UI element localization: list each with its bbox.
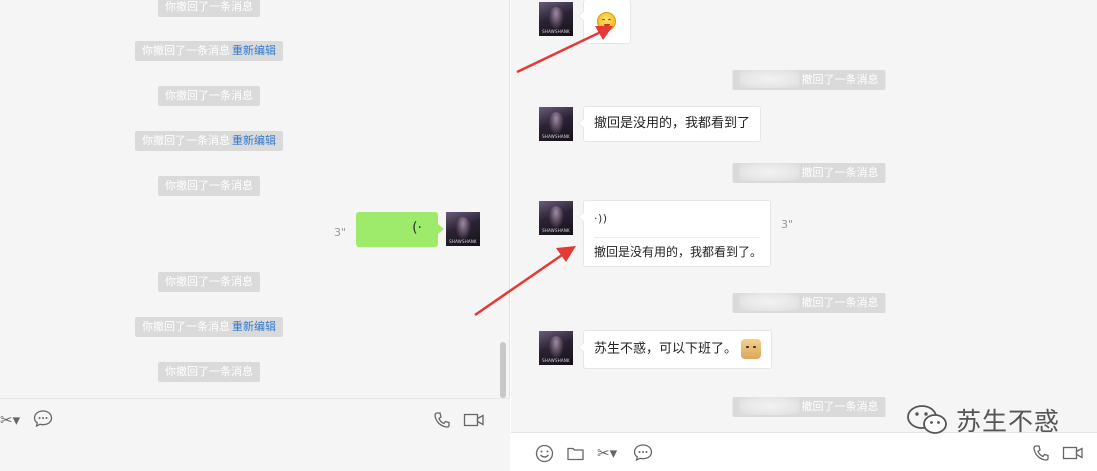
- text-message-bubble[interactable]: 撤回是没用的，我都看到了: [577, 106, 762, 142]
- recall-notice: 你撤回了一条消息 重新编辑: [135, 131, 283, 151]
- scrollbar[interactable]: [500, 342, 506, 398]
- recall-notice: 撤回了一条消息: [732, 163, 886, 183]
- voice-duration: 3": [781, 218, 794, 231]
- recall-notice: 你撤回了一条消息: [158, 0, 260, 17]
- re-edit-link[interactable]: 重新编辑: [232, 320, 276, 333]
- video-icon[interactable]: [1062, 444, 1084, 466]
- recall-notice: 你撤回了一条消息: [158, 86, 260, 106]
- recall-notice: 你撤回了一条消息: [158, 176, 260, 196]
- avatar[interactable]: SHAWSHANK: [539, 107, 573, 141]
- phone-icon[interactable]: [433, 411, 451, 433]
- scissors-icon[interactable]: ✂▾: [597, 444, 617, 462]
- avatar[interactable]: SHAWSHANK: [539, 2, 573, 36]
- voice-wave-icon: (·: [412, 220, 422, 236]
- re-edit-link[interactable]: 重新编辑: [232, 44, 276, 57]
- grimace-emoji-icon: [597, 12, 616, 31]
- left-chat-pane: 你撤回了一条消息 你撤回了一条消息 重新编辑 你撤回了一条消息 你撤回了一条消息重…: [0, 0, 510, 471]
- recall-notice: 撤回了一条消息: [732, 70, 886, 90]
- doge-emoji-icon: [741, 339, 762, 359]
- text-message-bubble[interactable]: 苏生不惑，可以下班了。: [577, 330, 773, 369]
- blurred-name: [739, 163, 800, 181]
- voice-message-bubble[interactable]: ·)) 撤回是没有用的，我都看到了。: [578, 200, 771, 267]
- video-icon[interactable]: [463, 411, 485, 433]
- voice-transcript: 撤回是没有用的，我都看到了。: [594, 245, 763, 259]
- blurred-name: [739, 397, 800, 415]
- divider: [594, 237, 760, 238]
- avatar[interactable]: SHAWSHANK: [539, 201, 573, 235]
- avatar[interactable]: SHAWSHANK: [446, 212, 480, 246]
- folder-icon[interactable]: [566, 444, 585, 467]
- watermark-text: 苏生不惑: [956, 407, 1061, 436]
- recall-notice: 你撤回了一条消息: [158, 272, 260, 292]
- voice-duration: 3": [334, 226, 347, 239]
- recall-notice: 撤回了一条消息: [732, 293, 886, 313]
- scissors-icon[interactable]: ✂▾: [0, 411, 20, 429]
- avatar[interactable]: SHAWSHANK: [539, 331, 573, 365]
- blurred-name: [739, 70, 800, 88]
- recall-notice: 你撤回了一条消息 重新编辑: [135, 317, 283, 337]
- emoji-icon[interactable]: [535, 444, 554, 467]
- emoji-message-bubble[interactable]: [578, 0, 631, 44]
- chat-bubble-icon[interactable]: [33, 409, 53, 433]
- re-edit-link[interactable]: 重新编辑: [232, 134, 276, 147]
- phone-icon[interactable]: [1032, 444, 1050, 466]
- voice-message-bubble[interactable]: (·: [356, 212, 444, 247]
- wechat-logo-icon: [906, 403, 950, 437]
- recall-notice: 你撤回了一条消息: [158, 362, 260, 382]
- right-chat-pane: SHAWSHANK 撤回了一条消息 SHAWSHANK 撤回是没用的，我都看到了…: [511, 0, 1097, 471]
- left-input-toolbar: ✂▾: [0, 398, 510, 471]
- watermark: 苏生不惑: [906, 402, 1060, 438]
- voice-wave-icon: ·)): [594, 212, 608, 225]
- recall-notice: 撤回了一条消息: [732, 397, 886, 417]
- chat-bubble-icon[interactable]: [633, 443, 653, 467]
- recall-notice: 你撤回了一条消息 重新编辑: [135, 41, 283, 61]
- blurred-name: [739, 293, 800, 311]
